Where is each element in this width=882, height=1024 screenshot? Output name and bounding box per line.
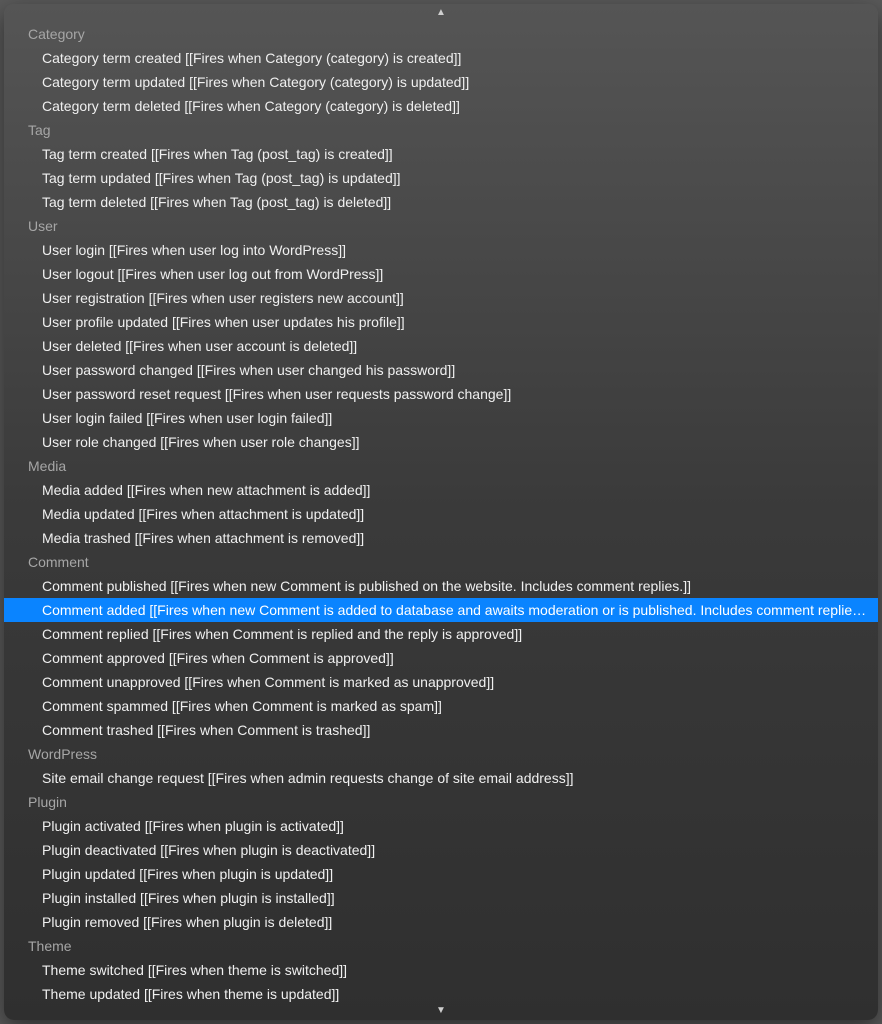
option-comment-trashed[interactable]: Comment trashed [[Fires when Comment is …: [4, 718, 878, 742]
option-user-registration[interactable]: User registration [[Fires when user regi…: [4, 286, 878, 310]
option-plugin-installed[interactable]: Plugin installed [[Fires when plugin is …: [4, 886, 878, 910]
option-comment-approved[interactable]: Comment approved [[Fires when Comment is…: [4, 646, 878, 670]
option-user-role-changed[interactable]: User role changed [[Fires when user role…: [4, 430, 878, 454]
option-plugin-activated[interactable]: Plugin activated [[Fires when plugin is …: [4, 814, 878, 838]
group-header-tag: Tag: [4, 118, 878, 142]
option-user-profile-updated[interactable]: User profile updated [[Fires when user u…: [4, 310, 878, 334]
option-plugin-updated[interactable]: Plugin updated [[Fires when plugin is up…: [4, 862, 878, 886]
option-user-logout[interactable]: User logout [[Fires when user log out fr…: [4, 262, 878, 286]
scroll-up-chevron-icon[interactable]: ▲: [4, 6, 878, 20]
option-site-email-change-request[interactable]: Site email change request [[Fires when a…: [4, 766, 878, 790]
option-tag-created[interactable]: Tag term created [[Fires when Tag (post_…: [4, 142, 878, 166]
option-comment-spammed[interactable]: Comment spammed [[Fires when Comment is …: [4, 694, 878, 718]
group-header-comment: Comment: [4, 550, 878, 574]
option-category-created[interactable]: Category term created [[Fires when Categ…: [4, 46, 878, 70]
option-user-password-changed[interactable]: User password changed [[Fires when user …: [4, 358, 878, 382]
group-header-wordpress: WordPress: [4, 742, 878, 766]
option-media-trashed[interactable]: Media trashed [[Fires when attachment is…: [4, 526, 878, 550]
group-header-plugin: Plugin: [4, 790, 878, 814]
option-comment-published[interactable]: Comment published [[Fires when new Comme…: [4, 574, 878, 598]
option-user-password-reset-request[interactable]: User password reset request [[Fires when…: [4, 382, 878, 406]
option-tag-updated[interactable]: Tag term updated [[Fires when Tag (post_…: [4, 166, 878, 190]
option-comment-replied[interactable]: Comment replied [[Fires when Comment is …: [4, 622, 878, 646]
option-comment-unapproved[interactable]: Comment unapproved [[Fires when Comment …: [4, 670, 878, 694]
group-header-user: User: [4, 214, 878, 238]
option-plugin-removed[interactable]: Plugin removed [[Fires when plugin is de…: [4, 910, 878, 934]
option-user-login[interactable]: User login [[Fires when user log into Wo…: [4, 238, 878, 262]
option-theme-switched[interactable]: Theme switched [[Fires when theme is swi…: [4, 958, 878, 982]
group-header-theme: Theme: [4, 934, 878, 958]
scroll-down-chevron-icon[interactable]: ▼: [4, 1004, 878, 1018]
option-theme-updated[interactable]: Theme updated [[Fires when theme is upda…: [4, 982, 878, 1002]
option-tag-deleted[interactable]: Tag term deleted [[Fires when Tag (post_…: [4, 190, 878, 214]
option-list: CategoryCategory term created [[Fires wh…: [4, 22, 878, 1002]
option-user-deleted[interactable]: User deleted [[Fires when user account i…: [4, 334, 878, 358]
group-header-media: Media: [4, 454, 878, 478]
group-header-category: Category: [4, 22, 878, 46]
option-media-updated[interactable]: Media updated [[Fires when attachment is…: [4, 502, 878, 526]
option-category-deleted[interactable]: Category term deleted [[Fires when Categ…: [4, 94, 878, 118]
option-user-login-failed[interactable]: User login failed [[Fires when user logi…: [4, 406, 878, 430]
option-plugin-deactivated[interactable]: Plugin deactivated [[Fires when plugin i…: [4, 838, 878, 862]
option-category-updated[interactable]: Category term updated [[Fires when Categ…: [4, 70, 878, 94]
option-comment-added[interactable]: Comment added [[Fires when new Comment i…: [4, 598, 878, 622]
option-media-added[interactable]: Media added [[Fires when new attachment …: [4, 478, 878, 502]
dropdown-panel[interactable]: ▲ CategoryCategory term created [[Fires …: [4, 4, 878, 1020]
